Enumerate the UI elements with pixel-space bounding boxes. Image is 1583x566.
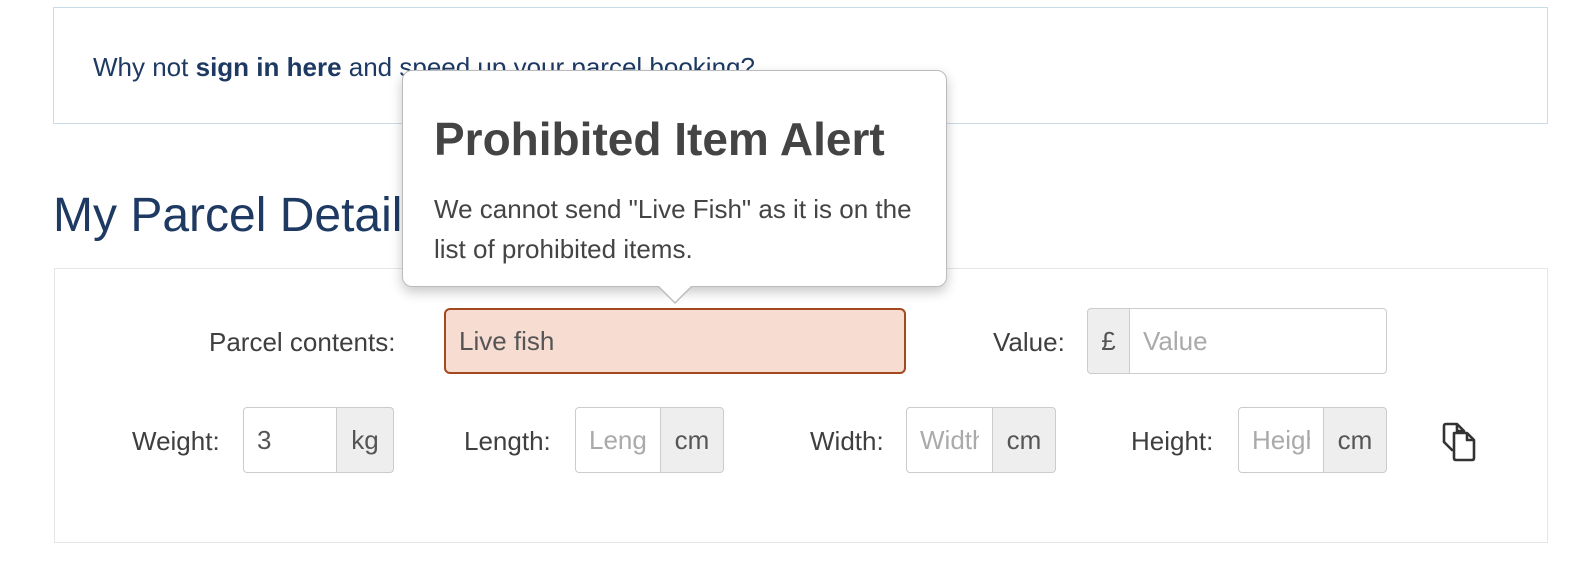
page-title: My Parcel Details [53, 189, 427, 242]
currency-addon: £ [1087, 308, 1129, 374]
height-input-group: cm [1238, 407, 1387, 473]
length-input[interactable] [575, 407, 661, 473]
sign-in-link[interactable]: sign in here [196, 52, 342, 82]
width-input-group: cm [906, 407, 1056, 473]
signin-prefix: Why not [93, 52, 189, 82]
parcel-contents-input[interactable] [444, 308, 906, 374]
height-input[interactable] [1238, 407, 1324, 473]
prohibited-item-popover: Prohibited Item Alert We cannot send "Li… [402, 70, 947, 304]
value-label: Value: [993, 327, 1065, 357]
weight-input[interactable] [243, 407, 337, 473]
weight-input-group: kg [243, 407, 394, 473]
length-label: Length: [464, 426, 551, 456]
height-unit-addon: cm [1324, 407, 1387, 473]
value-input-group: £ [1087, 308, 1387, 374]
height-label: Height: [1131, 426, 1214, 456]
length-unit-addon: cm [661, 407, 724, 473]
weight-unit-addon: kg [337, 407, 394, 473]
value-input[interactable] [1129, 308, 1387, 374]
parcel-contents-label: Parcel contents: [209, 327, 396, 357]
width-input[interactable] [906, 407, 993, 473]
copy-icon[interactable] [1440, 420, 1484, 464]
popover-title: Prohibited Item Alert [434, 113, 885, 165]
width-label: Width: [810, 426, 884, 456]
weight-label: Weight: [132, 426, 220, 456]
width-unit-addon: cm [993, 407, 1056, 473]
popover-arrow [657, 285, 693, 304]
length-input-group: cm [575, 407, 724, 473]
popover-message: We cannot send "Live Fish" as it is on t… [434, 194, 912, 264]
